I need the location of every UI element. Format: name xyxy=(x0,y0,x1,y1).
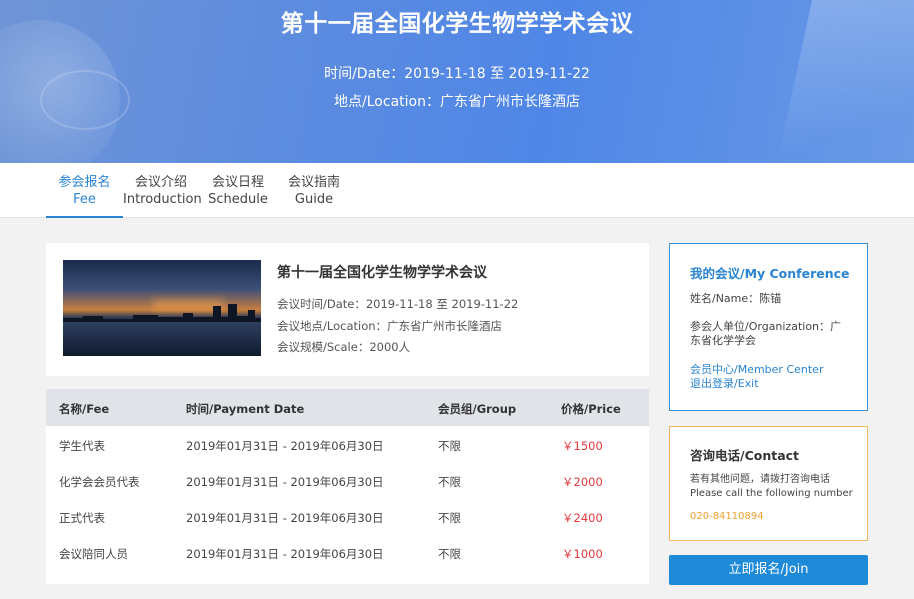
conference-title: 第十一届全国化学生物学学术会议 xyxy=(277,265,487,281)
fee-group: 不限 xyxy=(438,511,461,525)
fee-price: ￥1000 xyxy=(562,547,603,561)
fee-name: 化学会会员代表 xyxy=(59,475,140,489)
tab-guide-cn: 会议指南 xyxy=(287,175,340,190)
organization-line1: 参会人单位/Organization：广 xyxy=(690,320,842,333)
conference-scale: 会议规模/Scale：2000人 xyxy=(277,340,411,354)
fee-date: 2019年01月31日 - 2019年06月30日 xyxy=(186,439,384,453)
fee-date: 2019年01月31日 - 2019年06月30日 xyxy=(186,547,384,561)
tab-bar: 参会报名 Fee 会议介绍 Introduction 会议日程 Schedule… xyxy=(0,163,914,218)
conference-date: 会议时间/Date：2019-11-18 至 2019-11-22 xyxy=(277,297,519,311)
contact-text-en: Please call the following number xyxy=(690,488,853,499)
fee-table: 名称/Fee 时间/Payment Date 会员组/Group 价格/Pric… xyxy=(46,389,649,584)
table-row: 正式代表 2019年01月31日 - 2019年06月30日 不限 ￥2400 xyxy=(46,498,649,534)
table-row: 学生代表 2019年01月31日 - 2019年06月30日 不限 ￥1500 xyxy=(46,426,649,462)
fee-price: ￥2400 xyxy=(562,511,603,525)
column-header-price: 价格/Price xyxy=(561,402,621,416)
tab-schedule[interactable]: 会议日程 Schedule xyxy=(203,163,273,218)
fee-name: 学生代表 xyxy=(59,439,105,453)
tab-guide-en: Guide xyxy=(294,192,334,207)
join-button[interactable]: 立即报名/Join xyxy=(669,555,868,585)
fee-group: 不限 xyxy=(438,475,461,489)
fee-date: 2019年01月31日 - 2019年06月30日 xyxy=(186,511,384,525)
fee-name: 会议陪同人员 xyxy=(59,547,128,561)
header-banner: 第十一届全国化学生物学学术会议 时间/Date：2019-11-18 至 201… xyxy=(0,0,914,163)
page-title: 第十一届全国化学生物学学术会议 xyxy=(280,11,634,37)
conference-card: 第十一届全国化学生物学学术会议 会议时间/Date：2019-11-18 至 2… xyxy=(46,243,649,376)
tab-introduction-cn: 会议介绍 xyxy=(134,175,187,190)
contact-text-cn: 若有其他问题，请拨打咨询电话 xyxy=(690,474,830,485)
logout-link[interactable]: 退出登录/Exit xyxy=(690,377,759,391)
header-location: 地点/Location：广东省广州市长隆酒店 xyxy=(334,94,580,110)
table-header: 名称/Fee 时间/Payment Date 会员组/Group 价格/Pric… xyxy=(46,389,649,426)
table-row: 会议陪同人员 2019年01月31日 - 2019年06月30日 不限 ￥100… xyxy=(46,534,649,570)
tab-fee-en: Fee xyxy=(73,192,96,207)
fee-date: 2019年01月31日 - 2019年06月30日 xyxy=(186,475,384,489)
organization-line2: 东省化学学会 xyxy=(690,334,756,347)
fee-group: 不限 xyxy=(438,439,461,453)
tab-schedule-cn: 会议日程 xyxy=(211,175,264,190)
conference-location: 会议地点/Location：广东省广州市长隆酒店 xyxy=(277,319,503,333)
fee-name: 正式代表 xyxy=(59,511,105,525)
tab-introduction[interactable]: 会议介绍 Introduction xyxy=(123,163,202,218)
conference-image xyxy=(63,260,261,356)
table-row: 化学会会员代表 2019年01月31日 - 2019年06月30日 不限 ￥20… xyxy=(46,462,649,498)
fee-price: ￥2000 xyxy=(562,475,603,489)
fee-group: 不限 xyxy=(438,547,461,561)
my-conference-panel: 我的会议/My Conference 姓名/Name：陈锚 参会人单位/Orga… xyxy=(669,243,868,411)
header-date: 时间/Date：2019-11-18 至 2019-11-22 xyxy=(324,66,590,82)
contact-panel: 咨询电话/Contact 若有其他问题，请拨打咨询电话 Please call … xyxy=(669,426,868,541)
contact-phone: 020-84110894 xyxy=(690,511,764,522)
tab-schedule-en: Schedule xyxy=(208,192,268,207)
column-header-fee: 名称/Fee xyxy=(59,402,110,416)
tab-fee[interactable]: 参会报名 Fee xyxy=(46,163,123,218)
column-header-group: 会员组/Group xyxy=(438,402,517,416)
contact-title: 咨询电话/Contact xyxy=(690,448,800,463)
member-center-link[interactable]: 会员中心/Member Center xyxy=(690,363,823,377)
tab-introduction-en: Introduction xyxy=(123,192,202,207)
my-conference-title: 我的会议/My Conference xyxy=(690,266,850,281)
fee-price: ￥1500 xyxy=(562,439,603,453)
tab-guide[interactable]: 会议指南 Guide xyxy=(280,163,348,218)
tab-fee-cn: 参会报名 xyxy=(58,175,111,190)
column-header-date: 时间/Payment Date xyxy=(186,402,305,416)
user-name: 姓名/Name：陈锚 xyxy=(690,292,782,305)
